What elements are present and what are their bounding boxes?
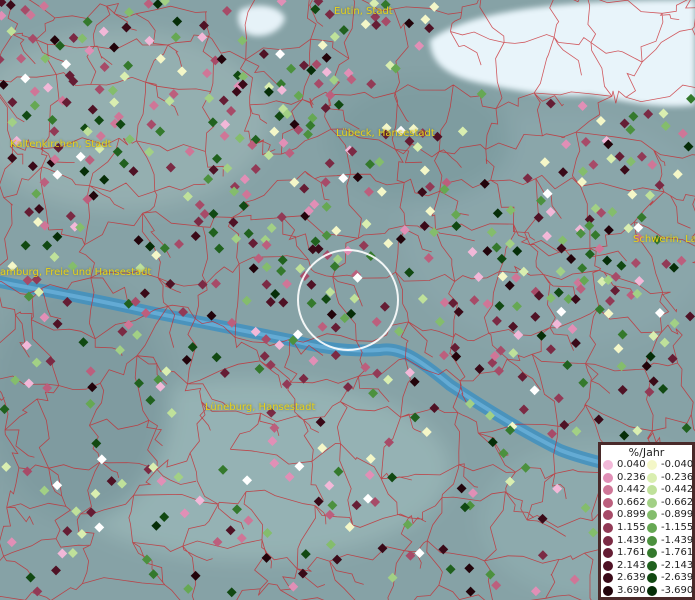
legend-swatch-negative: [647, 460, 657, 470]
legend-value-positive: 1.439: [617, 534, 646, 546]
legend-swatch-positive: [603, 510, 613, 521]
legend-value-negative: -1.155: [661, 522, 694, 533]
place-label-eutin: Eutin, Stadt: [334, 6, 393, 17]
legend-swatch-negative: [647, 472, 657, 483]
legend-row: 0.236 -0.236: [601, 471, 694, 484]
legend-row: 0.040 -0.040: [601, 459, 694, 471]
legend-value-positive: 0.040: [617, 459, 646, 470]
legend-swatch-negative: [647, 573, 657, 584]
legend-value-negative: -0.442: [661, 484, 694, 496]
legend-value-positive: 0.662: [617, 496, 646, 508]
legend-swatch-negative: [647, 485, 657, 496]
legend-swatch-negative: [647, 548, 657, 559]
legend-swatch-positive: [603, 523, 613, 533]
legend-value-positive: 2.143: [617, 559, 646, 571]
legend-value-negative: -0.040: [661, 459, 694, 470]
legend-panel: %/Jahr 0.040 -0.040 0.236 -0.236 0.442 -0.442…: [598, 442, 695, 600]
legend-swatch-negative: [647, 535, 657, 546]
legend-row: 2.143 -2.143: [601, 559, 694, 572]
legend-row: 1.155 -1.155: [601, 522, 694, 534]
legend-swatch-positive: [603, 485, 613, 496]
legend-row: 0.442 -0.442: [601, 484, 694, 496]
legend-swatch-positive: [603, 472, 613, 483]
legend-swatch-positive: [603, 460, 613, 470]
legend-value-positive: 3.690: [617, 585, 646, 596]
legend-value-positive: 0.236: [617, 471, 646, 483]
legend-swatch-negative: [647, 560, 657, 571]
legend-title: %/Jahr: [628, 446, 665, 459]
place-label-luebeck: Lübeck, Hansestadt: [336, 128, 435, 139]
legend-value-negative: -0.236: [661, 471, 694, 483]
legend-swatch-negative: [647, 497, 657, 508]
place-label-kaltenkirchen: Kaltenkirchen, Stadt: [10, 139, 112, 150]
legend-row: 1.439 -1.439: [601, 534, 694, 547]
legend-value-positive: 2.639: [617, 572, 646, 584]
place-label-schwerin: Schwerin, La: [633, 234, 695, 245]
legend-swatch-positive: [603, 548, 613, 559]
legend-value-positive: 0.899: [617, 509, 646, 521]
legend-value-negative: -2.143: [661, 559, 694, 571]
legend-row: 2.639 -2.639: [601, 572, 694, 584]
legend-swatch-positive: [603, 573, 613, 584]
legend-swatch-positive: [603, 586, 613, 596]
legend-swatch-negative: [647, 523, 657, 533]
place-label-hamburg: amburg, Freie und Hansestadt: [0, 267, 152, 278]
legend-value-negative: -1.761: [661, 547, 694, 559]
legend-swatch-negative: [647, 510, 657, 521]
legend-value-positive: 0.442: [617, 484, 646, 496]
legend-row: 0.662 -0.662: [601, 496, 694, 509]
legend-value-negative: -3.690: [661, 585, 694, 596]
legend-swatch-positive: [603, 560, 613, 571]
legend-swatch-positive: [603, 535, 613, 546]
legend-swatch-positive: [603, 497, 613, 508]
legend-swatch-negative: [647, 586, 657, 596]
legend-value-negative: -1.439: [661, 534, 694, 546]
legend-row: 3.690 -3.690: [601, 585, 694, 597]
legend-row: 0.899 -0.899: [601, 509, 694, 521]
legend-row: 1.761 -1.761: [601, 547, 694, 559]
legend-value-negative: -0.899: [661, 509, 694, 521]
map-canvas[interactable]: [0, 0, 695, 600]
place-label-lueneburg: Lüneburg, Hansestadt: [205, 402, 316, 413]
legend-value-negative: -2.639: [661, 572, 694, 584]
legend-value-positive: 1.155: [617, 522, 646, 533]
legend-value-positive: 1.761: [617, 547, 646, 559]
legend-value-negative: -0.662: [661, 496, 694, 508]
